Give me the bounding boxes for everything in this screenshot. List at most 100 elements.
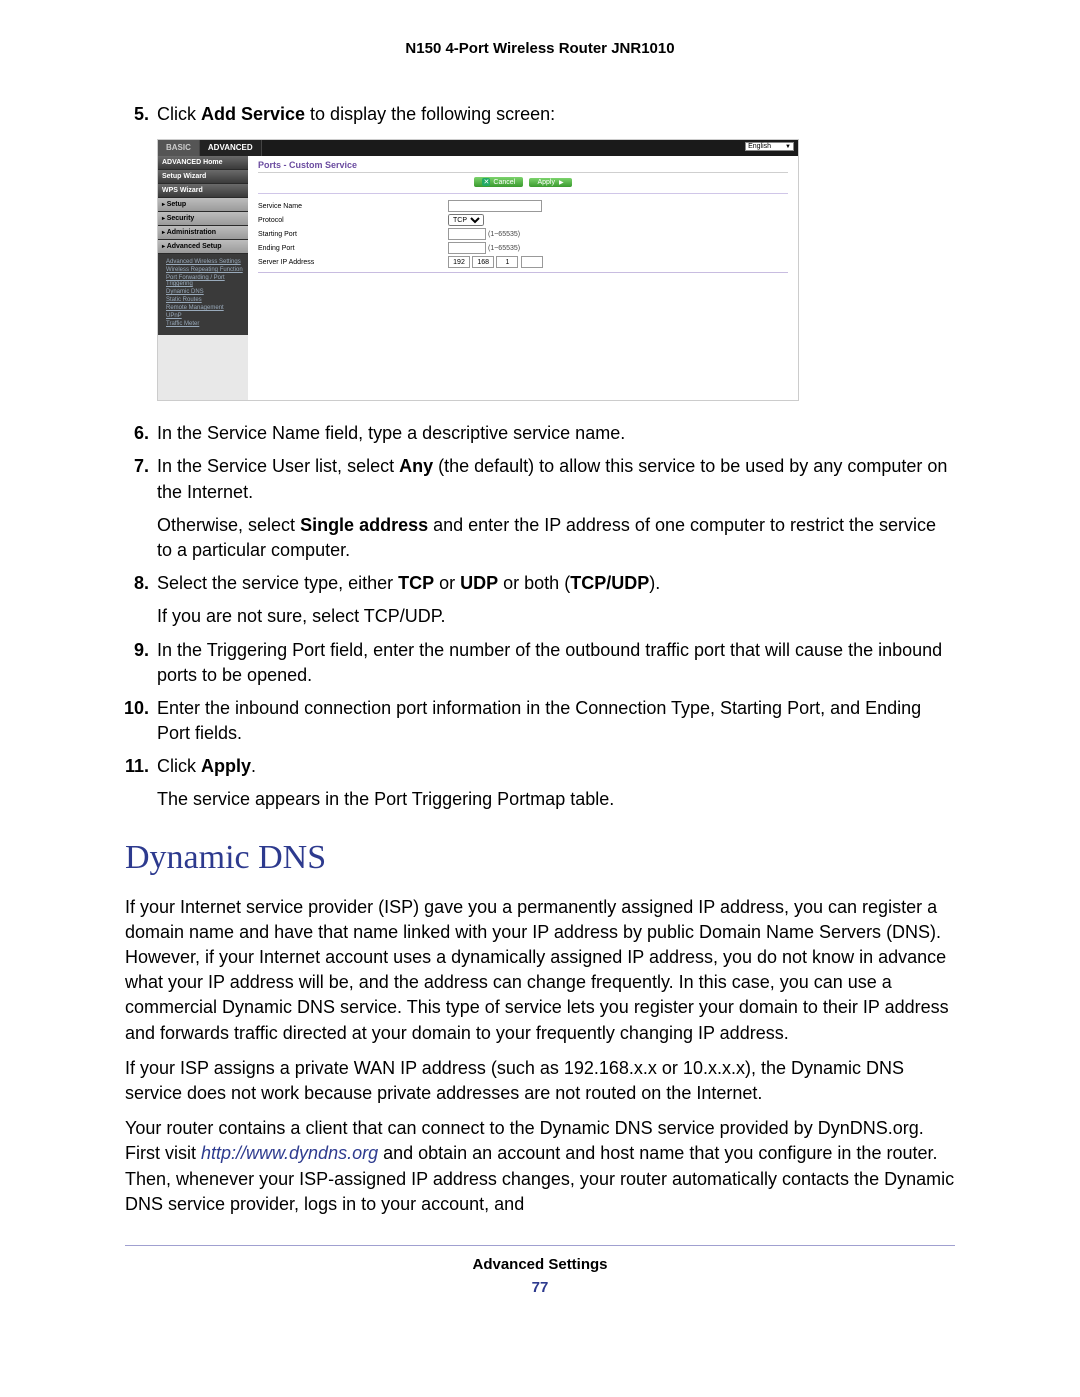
- step-5-pre: Click: [157, 104, 201, 124]
- step-7-bold: Any: [399, 456, 433, 476]
- ip-octet-3[interactable]: [496, 256, 518, 268]
- sidebar-item-setup-wizard[interactable]: Setup Wizard: [158, 170, 248, 184]
- step-7b-bold: Single address: [300, 515, 428, 535]
- step-8b: If you are not sure, select TCP/UDP.: [157, 604, 955, 629]
- sublink-traffic-meter[interactable]: Traffic Meter: [166, 321, 248, 327]
- sublink-remote-management[interactable]: Remote Management: [166, 305, 248, 311]
- step-11-num: 11.: [125, 754, 149, 779]
- step-8-num: 8.: [125, 571, 149, 596]
- chevron-down-icon: ▼: [785, 144, 791, 150]
- step-11-bold: Apply: [201, 756, 251, 776]
- step-7: 7.In the Service User list, select Any (…: [125, 454, 955, 504]
- tab-bar: BASIC ADVANCED English ▼: [158, 140, 798, 156]
- ddns-para-2: If your ISP assigns a private WAN IP add…: [125, 1056, 955, 1106]
- step-5-post: to display the following screen:: [305, 104, 555, 124]
- chevron-right-icon: ▶: [559, 180, 564, 186]
- row-service-name: Service Name: [258, 200, 788, 212]
- sublink-upnp[interactable]: UPnP: [166, 313, 248, 319]
- step-9-num: 9.: [125, 638, 149, 663]
- step-8-mid1: or: [434, 573, 460, 593]
- apply-label: Apply: [537, 179, 555, 186]
- step-5: 5. Click Add Service to display the follo…: [125, 102, 955, 127]
- apply-button[interactable]: Apply ▶: [529, 178, 571, 187]
- service-name-input[interactable]: [448, 200, 542, 212]
- sublink-port-forwarding[interactable]: Port Forwarding / Port Triggering: [166, 275, 248, 287]
- panel-title: Ports - Custom Service: [258, 160, 788, 173]
- step-5-num: 5.: [125, 102, 149, 127]
- router-screenshot: BASIC ADVANCED English ▼ ADVANCED Home S…: [157, 139, 799, 401]
- sidebar-item-wps-wizard[interactable]: WPS Wizard: [158, 184, 248, 198]
- ending-port-hint: (1~65535): [488, 245, 520, 252]
- step-10-num: 10.: [125, 696, 149, 721]
- sidebar-submenu: Advanced Wireless Settings Wireless Repe…: [158, 254, 248, 335]
- step-9-text: In the Triggering Port field, enter the …: [157, 640, 942, 685]
- ddns-para-1: If your Internet service provider (ISP) …: [125, 895, 955, 1046]
- sublink-dynamic-dns[interactable]: Dynamic DNS: [166, 289, 248, 295]
- step-8: 8. Select the service type, either TCP or…: [125, 571, 955, 596]
- step-6-num: 6.: [125, 421, 149, 446]
- close-icon: ✕: [482, 178, 490, 186]
- starting-port-hint: (1~65535): [488, 231, 520, 238]
- ending-port-input[interactable]: [448, 242, 486, 254]
- step-10-text: Enter the inbound connection port inform…: [157, 698, 921, 743]
- label-ending-port: Ending Port: [258, 245, 448, 252]
- ip-octet-1[interactable]: [448, 256, 470, 268]
- sidebar-item-setup[interactable]: Setup: [158, 198, 248, 212]
- ddns-para-3: Your router contains a client that can c…: [125, 1116, 955, 1217]
- tab-advanced[interactable]: ADVANCED: [200, 140, 262, 156]
- step-7-pre: In the Service User list, select: [157, 456, 399, 476]
- ip-octet-2[interactable]: [472, 256, 494, 268]
- language-select[interactable]: English ▼: [745, 142, 794, 151]
- sidebar-item-advanced-setup[interactable]: Advanced Setup: [158, 240, 248, 254]
- step-8-b3: TCP/UDP: [570, 573, 649, 593]
- cancel-label: Cancel: [493, 179, 515, 186]
- step-11b: The service appears in the Port Triggeri…: [157, 787, 955, 812]
- step-7b: Otherwise, select Single address and ent…: [157, 513, 955, 563]
- step-8-post: ).: [649, 573, 660, 593]
- ip-octet-4[interactable]: [521, 256, 543, 268]
- cancel-button[interactable]: ✕Cancel: [474, 177, 523, 187]
- dyndns-link[interactable]: http://www.dyndns.org: [201, 1143, 378, 1163]
- sublink-wireless-repeating[interactable]: Wireless Repeating Function: [166, 267, 248, 273]
- panel-buttons: ✕Cancel Apply ▶: [258, 175, 788, 194]
- starting-port-input[interactable]: [448, 228, 486, 240]
- language-value: English: [748, 143, 771, 150]
- step-11: 11. Click Apply.: [125, 754, 955, 779]
- step-7b-pre: Otherwise, select: [157, 515, 300, 535]
- panel: Ports - Custom Service ✕Cancel Apply ▶ Se…: [248, 156, 798, 400]
- step-6-text: In the Service Name field, type a descri…: [157, 423, 625, 443]
- label-starting-port: Starting Port: [258, 231, 448, 238]
- step-7-num: 7.: [125, 454, 149, 479]
- step-11-post: .: [251, 756, 256, 776]
- panel-divider: [258, 272, 788, 273]
- label-protocol: Protocol: [258, 217, 448, 224]
- heading-dynamic-dns: Dynamic DNS: [125, 839, 955, 877]
- step-10: 10. Enter the inbound connection port inf…: [125, 696, 955, 746]
- step-6: 6. In the Service Name field, type a desc…: [125, 421, 955, 446]
- tab-basic[interactable]: BASIC: [158, 140, 200, 156]
- row-starting-port: Starting Port (1~65535): [258, 228, 788, 240]
- step-11-pre: Click: [157, 756, 201, 776]
- step-8-b2: UDP: [460, 573, 498, 593]
- sublink-static-routes[interactable]: Static Routes: [166, 297, 248, 303]
- sidebar: ADVANCED Home Setup Wizard WPS Wizard Se…: [158, 156, 248, 400]
- label-server-ip: Server IP Address: [258, 259, 448, 266]
- row-protocol: Protocol TCP: [258, 214, 788, 226]
- sidebar-item-administration[interactable]: Administration: [158, 226, 248, 240]
- row-ending-port: Ending Port (1~65535): [258, 242, 788, 254]
- footer-section: Advanced Settings: [125, 1256, 955, 1273]
- step-8-mid2: or both (: [498, 573, 570, 593]
- sidebar-item-home[interactable]: ADVANCED Home: [158, 156, 248, 170]
- label-service-name: Service Name: [258, 203, 448, 210]
- step-8-b1: TCP: [398, 573, 434, 593]
- footer-page-number: 77: [125, 1279, 955, 1296]
- step-5-bold: Add Service: [201, 104, 305, 124]
- protocol-select[interactable]: TCP: [448, 214, 484, 226]
- sublink-advanced-wireless[interactable]: Advanced Wireless Settings: [166, 259, 248, 265]
- footer: Advanced Settings 77: [125, 1245, 955, 1296]
- doc-header-title: N150 4-Port Wireless Router JNR1010: [125, 40, 955, 57]
- step-8-pre: Select the service type, either: [157, 573, 398, 593]
- step-9: 9. In the Triggering Port field, enter th…: [125, 638, 955, 688]
- sidebar-item-security[interactable]: Security: [158, 212, 248, 226]
- row-server-ip: Server IP Address: [258, 256, 788, 268]
